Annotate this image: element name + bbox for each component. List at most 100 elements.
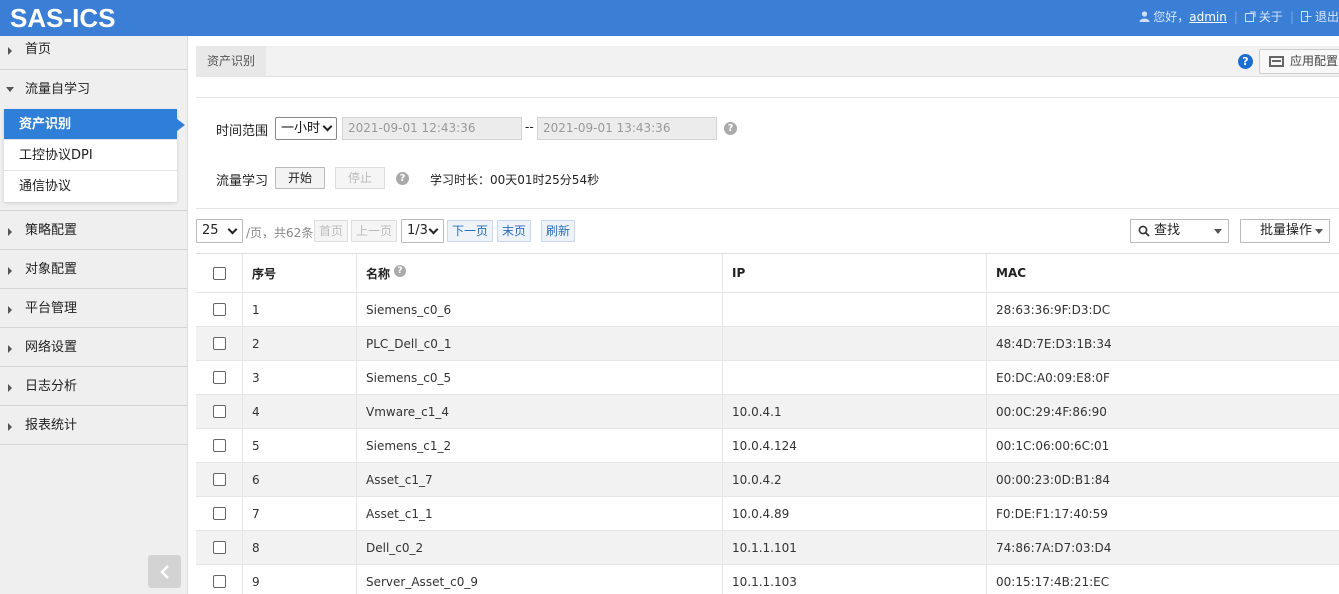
last-page-button[interactable]: 末页 bbox=[497, 220, 531, 242]
subitem-asset-identification[interactable]: 资产识别 bbox=[4, 109, 185, 140]
stop-button[interactable]: 停止 bbox=[335, 167, 385, 189]
subitem-ics-protocol-dpi[interactable]: 工控协议DPI bbox=[4, 140, 177, 171]
row-index: 7 bbox=[243, 497, 357, 530]
asset-name: Asset_c1_1 bbox=[357, 497, 723, 530]
row-checkbox[interactable] bbox=[212, 575, 226, 588]
row-checkbox-cell bbox=[196, 565, 243, 594]
submenu: 资产识别 工控协议DPI 通信协议 bbox=[4, 109, 185, 202]
page-select[interactable]: 1/3 bbox=[401, 219, 444, 243]
row-checkbox-cell bbox=[196, 463, 243, 496]
column-header[interactable]: 序号 bbox=[243, 254, 357, 292]
row-index: 4 bbox=[243, 395, 357, 428]
about-link[interactable]: 关于 bbox=[1259, 8, 1283, 25]
table-row[interactable]: 5 Siemens_c1_2 10.0.4.124 00:1C:06:00:6C:01 bbox=[196, 429, 1339, 463]
table-row[interactable]: 3 Siemens_c0_5 E0:DC:A0:09:E8:0F bbox=[196, 361, 1339, 395]
sidebar-item-traffic-learning[interactable]: 流量自学习 bbox=[0, 70, 187, 109]
batch-operation-dropdown[interactable]: 批量操作 bbox=[1240, 219, 1330, 243]
range-dash: -- bbox=[525, 120, 534, 134]
asset-ip bbox=[723, 293, 987, 326]
table-row[interactable]: 6 Asset_c1_7 10.0.4.2 00:00:23:0D:B1:84 bbox=[196, 463, 1339, 497]
sidebar-item-policy[interactable]: 策略配置 bbox=[0, 211, 187, 250]
pagination-bar: 25 /页，共62条 首页 上一页 1/3 下一页 末页 刷新 查找 批量操作 bbox=[196, 219, 1339, 243]
sidebar-item-reports[interactable]: 报表统计 bbox=[0, 406, 187, 445]
row-checkbox[interactable] bbox=[212, 541, 226, 554]
first-page-button[interactable]: 首页 bbox=[314, 220, 348, 242]
sidebar-item-network[interactable]: 网络设置 bbox=[0, 328, 187, 367]
app-config-button[interactable]: 应用配置 bbox=[1259, 49, 1339, 74]
asset-name: Asset_c1_7 bbox=[357, 463, 723, 496]
column-header[interactable]: 名称? bbox=[357, 254, 723, 292]
table-row[interactable]: 8 Dell_c0_2 10.1.1.101 74:86:7A:D7:03:D4 bbox=[196, 531, 1339, 565]
row-checkbox[interactable] bbox=[212, 439, 226, 452]
next-page-button[interactable]: 下一页 bbox=[447, 220, 493, 242]
help-icon[interactable]: ? bbox=[1238, 54, 1253, 69]
row-checkbox[interactable] bbox=[212, 473, 226, 486]
column-header[interactable]: IP bbox=[723, 254, 987, 292]
row-checkbox-cell bbox=[196, 327, 243, 360]
search-dropdown[interactable]: 查找 bbox=[1130, 219, 1229, 243]
sidebar-item-label: 网络设置 bbox=[25, 340, 78, 355]
chevron-down-icon bbox=[428, 224, 439, 235]
asset-name: Siemens_c0_6 bbox=[357, 293, 723, 326]
row-index: 9 bbox=[243, 565, 357, 594]
filter-panel: 时间范围 一小时 2021-09-01 12:43:36 -- 2021-09-… bbox=[196, 97, 1339, 209]
tab-asset-identification[interactable]: 资产识别 bbox=[196, 46, 266, 77]
table-row[interactable]: 2 PLC_Dell_c0_1 48:4D:7E:D3:1B:34 bbox=[196, 327, 1339, 361]
row-checkbox-cell bbox=[196, 497, 243, 530]
row-checkbox[interactable] bbox=[212, 337, 226, 350]
search-icon bbox=[1138, 225, 1150, 237]
caret-down-icon bbox=[6, 87, 14, 92]
select-all-checkbox[interactable] bbox=[212, 266, 226, 280]
table-row[interactable]: 9 Server_Asset_c0_9 10.1.1.103 00:15:17:4B:… bbox=[196, 565, 1339, 594]
time-range-select[interactable]: 一小时 bbox=[275, 117, 337, 140]
question-icon[interactable]: ? bbox=[724, 122, 737, 135]
asset-name: Siemens_c0_5 bbox=[357, 361, 723, 394]
sidebar-item-logs[interactable]: 日志分析 bbox=[0, 367, 187, 406]
sidebar-item-label: 日志分析 bbox=[25, 379, 78, 394]
prev-page-button[interactable]: 上一页 bbox=[351, 220, 397, 242]
caret-right-icon bbox=[8, 47, 12, 55]
subitem-communication-protocol[interactable]: 通信协议 bbox=[4, 171, 177, 202]
table-row[interactable]: 1 Siemens_c0_6 28:63:36:9F:D3:DC bbox=[196, 293, 1339, 327]
asset-ip: 10.0.4.89 bbox=[723, 497, 987, 530]
asset-ip: 10.1.1.101 bbox=[723, 531, 987, 564]
end-time-input[interactable]: 2021-09-01 13:43:36 bbox=[537, 117, 717, 140]
row-checkbox[interactable] bbox=[212, 405, 226, 418]
sidebar-item-label: 对象配置 bbox=[25, 262, 78, 277]
row-checkbox[interactable] bbox=[212, 371, 226, 384]
sidebar-item-platform[interactable]: 平台管理 bbox=[0, 289, 187, 328]
asset-mac: E0:DC:A0:09:E8:0F bbox=[996, 370, 1110, 385]
row-checkbox[interactable] bbox=[212, 507, 226, 520]
asset-table: 序号 名称? IP MAC 1 Siemens_c0_6 28:63:36:9F:D… bbox=[196, 253, 1339, 594]
search-label: 查找 bbox=[1154, 223, 1181, 238]
sidebar-item-objects[interactable]: 对象配置 bbox=[0, 250, 187, 289]
table-row[interactable]: 7 Asset_c1_1 10.0.4.89 F0:DE:F1:17:40:59 bbox=[196, 497, 1339, 531]
column-header[interactable]: MAC bbox=[987, 254, 1339, 292]
main-content: 资产识别 ? 应用配置 时间范围 一小时 2021-09-01 12:43:36… bbox=[196, 36, 1339, 594]
question-icon[interactable]: ? bbox=[396, 172, 409, 185]
table-row[interactable]: 4 Vmware_c1_4 10.0.4.1 00:0C:29:4F:86:90 bbox=[196, 395, 1339, 429]
page-size-select[interactable]: 25 bbox=[196, 219, 243, 243]
row-index: 3 bbox=[243, 361, 357, 394]
divider: | bbox=[1233, 9, 1238, 24]
caret-right-icon bbox=[8, 423, 12, 431]
time-range-value: 一小时 bbox=[281, 121, 321, 136]
collapse-sidebar-button[interactable] bbox=[148, 555, 181, 588]
caret-down-icon bbox=[1214, 229, 1222, 234]
learning-duration: 学习时长：00天01时25分54秒 bbox=[430, 173, 600, 187]
sidebar-item-label: 平台管理 bbox=[25, 301, 78, 316]
row-checkbox-cell bbox=[196, 531, 243, 564]
logout-link[interactable]: 退出 bbox=[1315, 8, 1339, 25]
caret-right-icon bbox=[8, 345, 12, 353]
row-checkbox[interactable] bbox=[212, 303, 226, 316]
start-time-input[interactable]: 2021-09-01 12:43:36 bbox=[342, 117, 522, 140]
external-link-icon bbox=[1244, 11, 1256, 22]
sidebar-item-home[interactable]: 首页 bbox=[0, 36, 187, 70]
question-icon[interactable]: ? bbox=[394, 265, 407, 277]
divider: | bbox=[1289, 9, 1294, 24]
username-link[interactable]: admin bbox=[1189, 10, 1227, 24]
start-button[interactable]: 开始 bbox=[275, 167, 325, 189]
refresh-button[interactable]: 刷新 bbox=[541, 220, 575, 242]
sidebar-item-label: 策略配置 bbox=[25, 223, 78, 238]
caret-right-icon bbox=[8, 267, 12, 275]
